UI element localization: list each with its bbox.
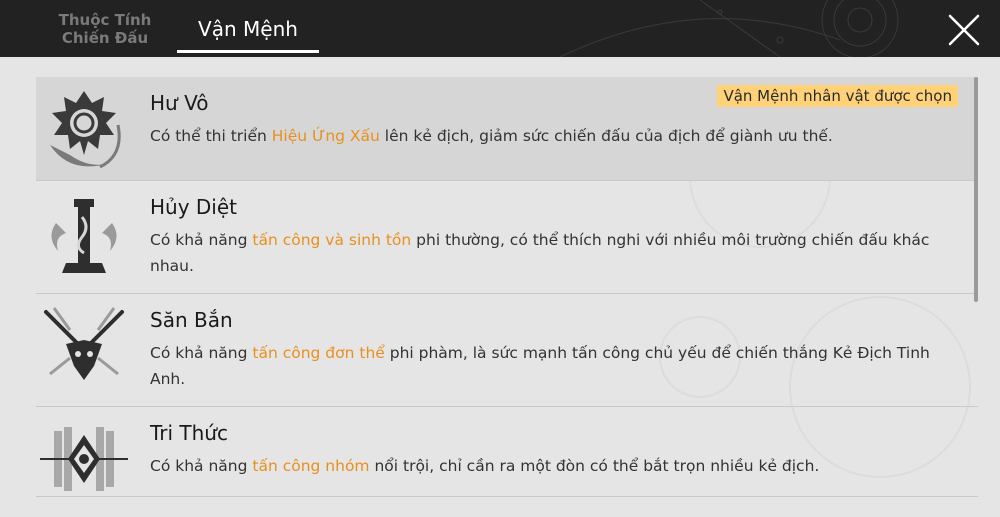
path-highlight: tấn công và sinh tồn	[252, 231, 412, 249]
hunt-icon	[44, 307, 124, 380]
path-item-erudition[interactable]: Tri Thức Có khả năng tấn công nhóm nổi t…	[36, 407, 978, 497]
tab-combat-attributes[interactable]: Thuộc Tính Chiến Đấu	[40, 0, 170, 57]
path-description: Có khả năng tấn công nhóm nổi trội, chỉ …	[150, 457, 820, 475]
scrollbar[interactable]	[974, 77, 978, 302]
destruction-icon	[51, 199, 117, 273]
nihility-icon	[50, 91, 121, 169]
selected-path-badge: Vận Mệnh nhân vật được chọn	[717, 85, 958, 107]
erudition-icon	[40, 427, 128, 491]
close-icon[interactable]	[944, 10, 984, 50]
top-bar: Thuộc Tính Chiến Đấu Vận Mệnh	[0, 0, 1000, 57]
path-description: Có thể thi triển Hiệu Ứng Xấu lên kẻ địc…	[150, 127, 833, 145]
tab-destiny[interactable]: Vận Mệnh	[178, 0, 318, 57]
path-item-hunt[interactable]: Săn Bắn Có khả năng tấn công đơn thể phi…	[36, 294, 978, 407]
destiny-content: Hư Vô Vận Mệnh nhân vật được chọn Có thể…	[0, 57, 1000, 517]
path-title: Tri Thức	[150, 421, 228, 445]
path-title: Hủy Diệt	[150, 195, 238, 219]
path-highlight: tấn công đơn thể	[252, 344, 385, 362]
path-description: Có khả năng tấn công và sinh tồn phi thư…	[150, 231, 930, 275]
path-item-destruction[interactable]: Hủy Diệt Có khả năng tấn công và sinh tồ…	[36, 181, 978, 294]
path-description: Có khả năng tấn công đơn thể phi phàm, l…	[150, 344, 930, 388]
path-title: Hư Vô	[150, 91, 209, 115]
destiny-list: Hư Vô Vận Mệnh nhân vật được chọn Có thể…	[36, 77, 978, 497]
path-title: Săn Bắn	[150, 308, 233, 332]
path-highlight: Hiệu Ứng Xấu	[271, 127, 380, 145]
path-highlight: tấn công nhóm	[252, 457, 370, 475]
path-item-nihility[interactable]: Hư Vô Vận Mệnh nhân vật được chọn Có thể…	[36, 77, 978, 181]
active-tab-indicator	[177, 50, 319, 53]
